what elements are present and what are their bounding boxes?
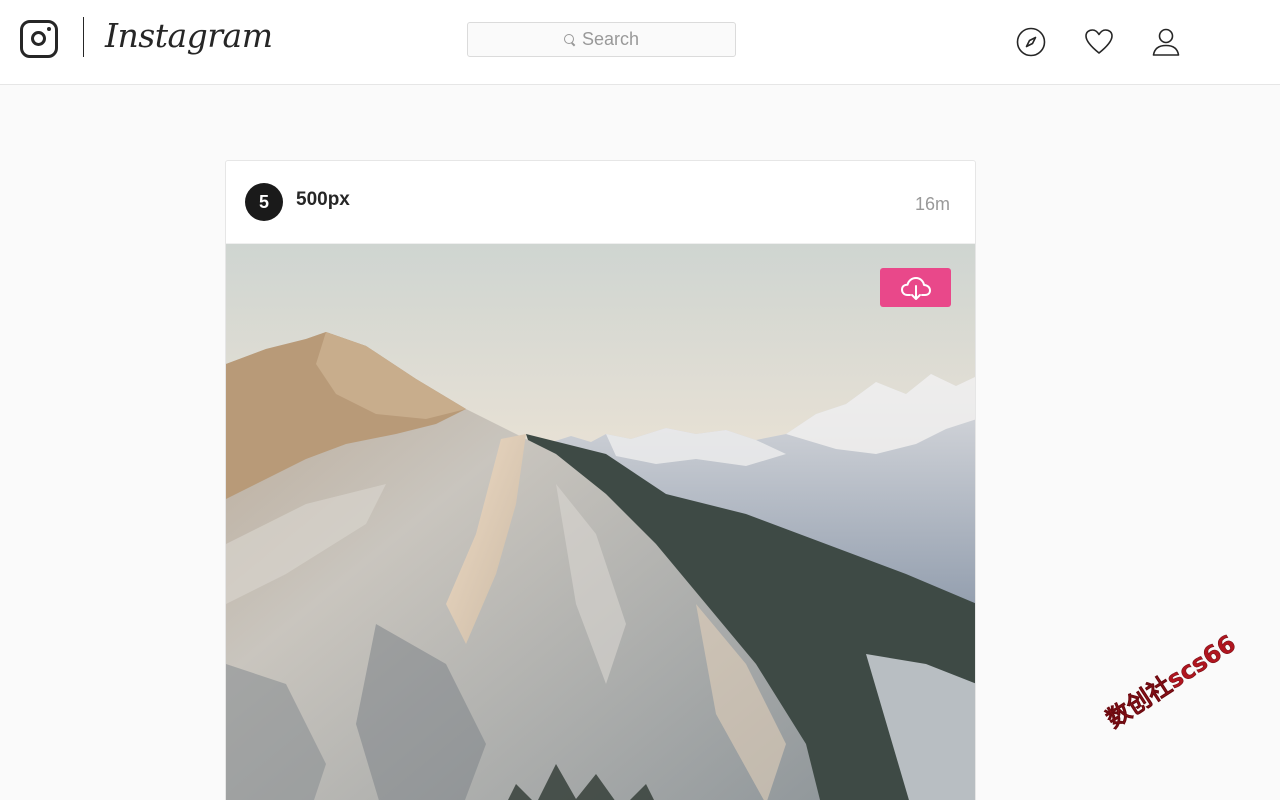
feed-post-card: 5 500px 16m (225, 160, 976, 800)
cloud-download-icon (900, 276, 931, 300)
post-photo[interactable] (226, 244, 975, 800)
download-button[interactable] (880, 268, 951, 307)
top-navigation-bar: Instagram Search (0, 0, 1280, 85)
avatar[interactable]: 5 (245, 183, 283, 221)
search-placeholder: Search (581, 29, 640, 49)
watermark: 数创社scs66 (1101, 629, 1241, 734)
explore-compass-icon[interactable] (1015, 26, 1047, 58)
profile-user-icon[interactable] (1150, 26, 1182, 58)
post-timestamp: 16m (914, 194, 950, 214)
avatar-glyph: 5 (258, 191, 269, 212)
search-icon (563, 33, 576, 46)
camera-flash-shape (47, 26, 51, 31)
post-username[interactable]: 500px (296, 189, 350, 211)
instagram-wordmark[interactable]: Instagram (105, 16, 273, 55)
activity-heart-icon[interactable] (1083, 26, 1115, 58)
camera-lens-shape (31, 31, 46, 46)
instagram-camera-icon[interactable] (20, 20, 58, 58)
post-header: 5 500px 16m (226, 161, 975, 244)
search-input[interactable]: Search (467, 22, 736, 57)
logo-divider (83, 17, 84, 57)
